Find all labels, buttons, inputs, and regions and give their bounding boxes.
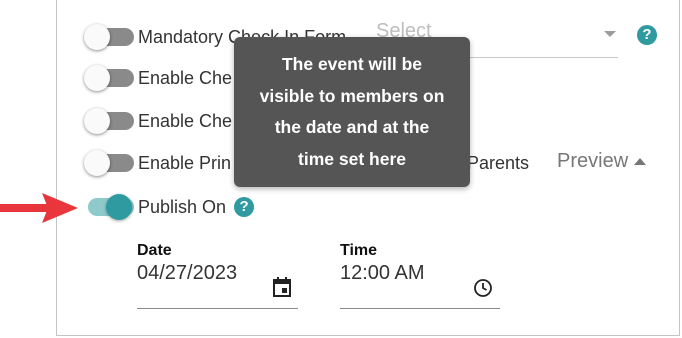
time-underline (340, 308, 500, 309)
preview-toggle[interactable]: Preview (557, 150, 647, 173)
preview-label: Preview (557, 150, 629, 172)
time-label: Time (340, 242, 378, 259)
publish-on-tooltip: The event will be visible to members on … (234, 37, 470, 187)
tooltip-line: time set here (298, 148, 406, 169)
publish-on-label: Publish On (138, 196, 227, 217)
enable-check-1-toggle[interactable] (84, 64, 134, 92)
date-underline (137, 308, 298, 309)
toggle-knob (84, 150, 110, 176)
red-arrow-icon (0, 193, 78, 223)
mandatory-check-in-form-toggle[interactable] (84, 23, 134, 51)
row-publish-on: Publish On ? (84, 193, 255, 221)
toggle-knob (84, 24, 110, 50)
toggle-knob (84, 108, 110, 134)
enable-check-2-label: Enable Che (138, 110, 233, 131)
tooltip-line: the date and at the (274, 117, 430, 137)
publish-on-toggle[interactable] (84, 193, 134, 221)
question-circle-icon[interactable]: ? (637, 25, 657, 45)
enable-print-toggle[interactable] (84, 149, 134, 177)
date-field[interactable]: Date 04/27/2023 (137, 242, 298, 309)
time-field[interactable]: Time 12:00 AM (340, 242, 500, 309)
date-label: Date (137, 242, 172, 259)
row-enable-print: Enable Prin (84, 149, 231, 177)
row-enable-check-1: Enable Che (84, 64, 232, 92)
question-circle-icon[interactable]: ? (234, 197, 255, 217)
tooltip-line: The event will be (281, 54, 423, 74)
enable-print-label: Enable Prin (138, 152, 232, 173)
tooltip-line: visible to members on (259, 85, 445, 106)
calendar-icon[interactable] (272, 276, 292, 298)
toggle-knob (84, 65, 110, 91)
toggle-knob (106, 194, 132, 220)
chevron-down-icon (604, 31, 616, 37)
enable-check-1-label: Enable Che (138, 67, 233, 88)
clock-icon[interactable] (473, 278, 493, 298)
row-enable-check-2: Enable Che (84, 107, 232, 135)
enable-check-2-toggle[interactable] (84, 107, 134, 135)
caret-up-icon (634, 158, 647, 165)
